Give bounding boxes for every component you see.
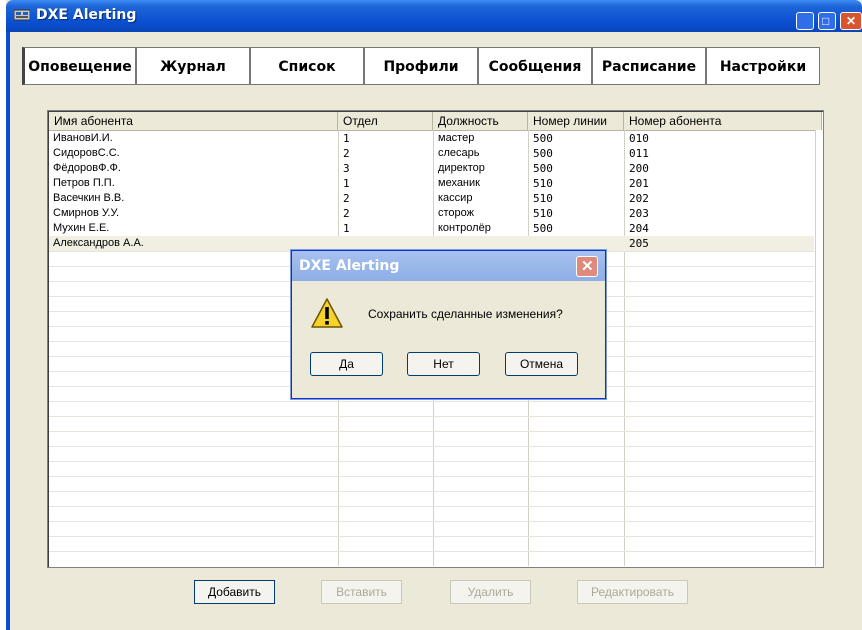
table-cell: 203	[629, 207, 649, 220]
table-cell: Петров П.П.	[53, 177, 115, 189]
table-cell: 1	[343, 132, 350, 145]
table-cell: механик	[438, 177, 480, 189]
table-cell: 204	[629, 222, 649, 235]
tab-schedule[interactable]: Расписание	[592, 47, 706, 85]
window-title: DXE Alerting	[36, 7, 137, 23]
cancel-button[interactable]: Отмена	[505, 352, 578, 376]
tab-profiles[interactable]: Профили	[364, 47, 478, 85]
empty-row-line	[49, 416, 814, 417]
empty-row-line	[49, 491, 814, 492]
table-cell: ИвановИ.И.	[53, 132, 113, 144]
table-cell: 010	[629, 132, 649, 145]
column-header[interactable]: Должность	[433, 112, 528, 130]
table-cell: Мухин Е.Е.	[53, 222, 110, 234]
table-row[interactable]: ФёдоровФ.Ф. 3 директор 500 200	[49, 161, 814, 176]
table-cell: 500	[533, 147, 553, 160]
table-cell: 1	[343, 222, 350, 235]
empty-row-line	[49, 461, 814, 462]
table-row[interactable]: Смирнов У.У. 2 сторож 510 203	[49, 206, 814, 221]
warning-icon	[311, 298, 343, 328]
table-cell: 2	[343, 147, 350, 160]
table-cell: слесарь	[438, 147, 480, 159]
table-cell: 202	[629, 192, 649, 205]
table-cell	[339, 236, 434, 251]
delete-button[interactable]: Удалить	[450, 580, 531, 604]
table-cell: мастер	[438, 132, 475, 144]
table-cell: 500	[533, 132, 553, 145]
insert-button[interactable]: Вставить	[321, 580, 402, 604]
dialog-message: Сохранить сделанные изменения?	[368, 307, 563, 321]
tab-messages[interactable]: Сообщения	[478, 47, 592, 85]
table-row[interactable]: Васечкин В.В. 2 кассир 510 202	[49, 191, 814, 206]
table-cell: 2	[343, 207, 350, 220]
empty-row-line	[49, 521, 814, 522]
tab-list[interactable]: Список	[250, 47, 364, 85]
column-header[interactable]: Отдел	[338, 112, 433, 130]
table-cell: 011	[629, 147, 649, 160]
table-cell: 1	[343, 177, 350, 190]
column-header[interactable]: Имя абонента	[49, 112, 338, 130]
dialog-title-bar[interactable]: DXE Alerting ✕	[292, 251, 605, 281]
table-cell: контролёр	[438, 222, 491, 234]
table-cell	[529, 236, 625, 251]
tab-notification[interactable]: Оповещение	[22, 47, 136, 85]
empty-row-line	[49, 506, 814, 507]
tab-journal[interactable]: Журнал	[136, 47, 250, 85]
table-cell: 3	[343, 162, 350, 175]
table-cell: 510	[533, 207, 553, 220]
table-cell: СидоровС.С.	[53, 147, 120, 159]
table-cell: Смирнов У.У.	[53, 207, 120, 219]
table-cell: 2	[343, 192, 350, 205]
edit-button[interactable]: Редактировать	[577, 580, 688, 604]
close-button[interactable]: ✕	[840, 12, 862, 30]
save-changes-dialog: DXE Alerting ✕ Сохранить сделанные измен…	[291, 250, 606, 399]
title-bar[interactable]: DXE Alerting _ □ ✕	[6, 0, 862, 32]
table-cell: 510	[533, 177, 553, 190]
table-cell: 500	[533, 222, 553, 235]
table-cell: кассир	[438, 192, 473, 204]
app-icon	[14, 9, 30, 21]
window-frame	[6, 32, 10, 630]
table-cell: ФёдоровФ.Ф.	[53, 162, 121, 174]
empty-row-line	[49, 401, 814, 402]
tab-settings[interactable]: Настройки	[706, 47, 820, 85]
table-cell: сторож	[438, 207, 475, 219]
table-row[interactable]: Мухин Е.Е. 1 контролёр 500 204	[49, 221, 814, 236]
table-cell: 510	[533, 192, 553, 205]
column-header[interactable]: Номер линии	[528, 112, 624, 130]
table-row[interactable]: Александров А.А. 205	[49, 236, 814, 251]
empty-row-line	[49, 551, 814, 552]
table-row[interactable]: ИвановИ.И. 1 мастер 500 010	[49, 131, 814, 146]
table-cell: 201	[629, 177, 649, 190]
table-scroll-gutter[interactable]	[815, 130, 823, 566]
empty-row-line	[49, 446, 814, 447]
empty-row-line	[49, 476, 814, 477]
no-button[interactable]: Нет	[407, 352, 480, 376]
table-header: Имя абонента Отдел Должность Номер линии…	[49, 112, 822, 131]
minimize-button[interactable]: _	[796, 12, 814, 31]
yes-button[interactable]: Да	[310, 352, 383, 376]
dialog-title: DXE Alerting	[299, 258, 400, 274]
empty-row-line	[49, 536, 814, 537]
add-button[interactable]: Добавить	[194, 580, 275, 604]
column-header[interactable]: Номер абонента	[624, 112, 822, 130]
table-row[interactable]: СидоровС.С. 2 слесарь 500 011	[49, 146, 814, 161]
table-row[interactable]: Петров П.П. 1 механик 510 201	[49, 176, 814, 191]
table-cell: 205	[629, 237, 649, 250]
table-cell: директор	[438, 162, 485, 174]
table-cell: 200	[629, 162, 649, 175]
empty-row-line	[49, 431, 814, 432]
maximize-button[interactable]: □	[818, 12, 836, 30]
table-cell: 500	[533, 162, 553, 175]
main-window: DXE Alerting _ □ ✕ Оповещение Журнал Спи…	[6, 0, 862, 630]
dialog-close-button[interactable]: ✕	[576, 256, 598, 277]
table-cell: Васечкин В.В.	[53, 192, 125, 204]
table-cell: Александров А.А.	[53, 237, 144, 249]
table-cell	[434, 236, 529, 251]
